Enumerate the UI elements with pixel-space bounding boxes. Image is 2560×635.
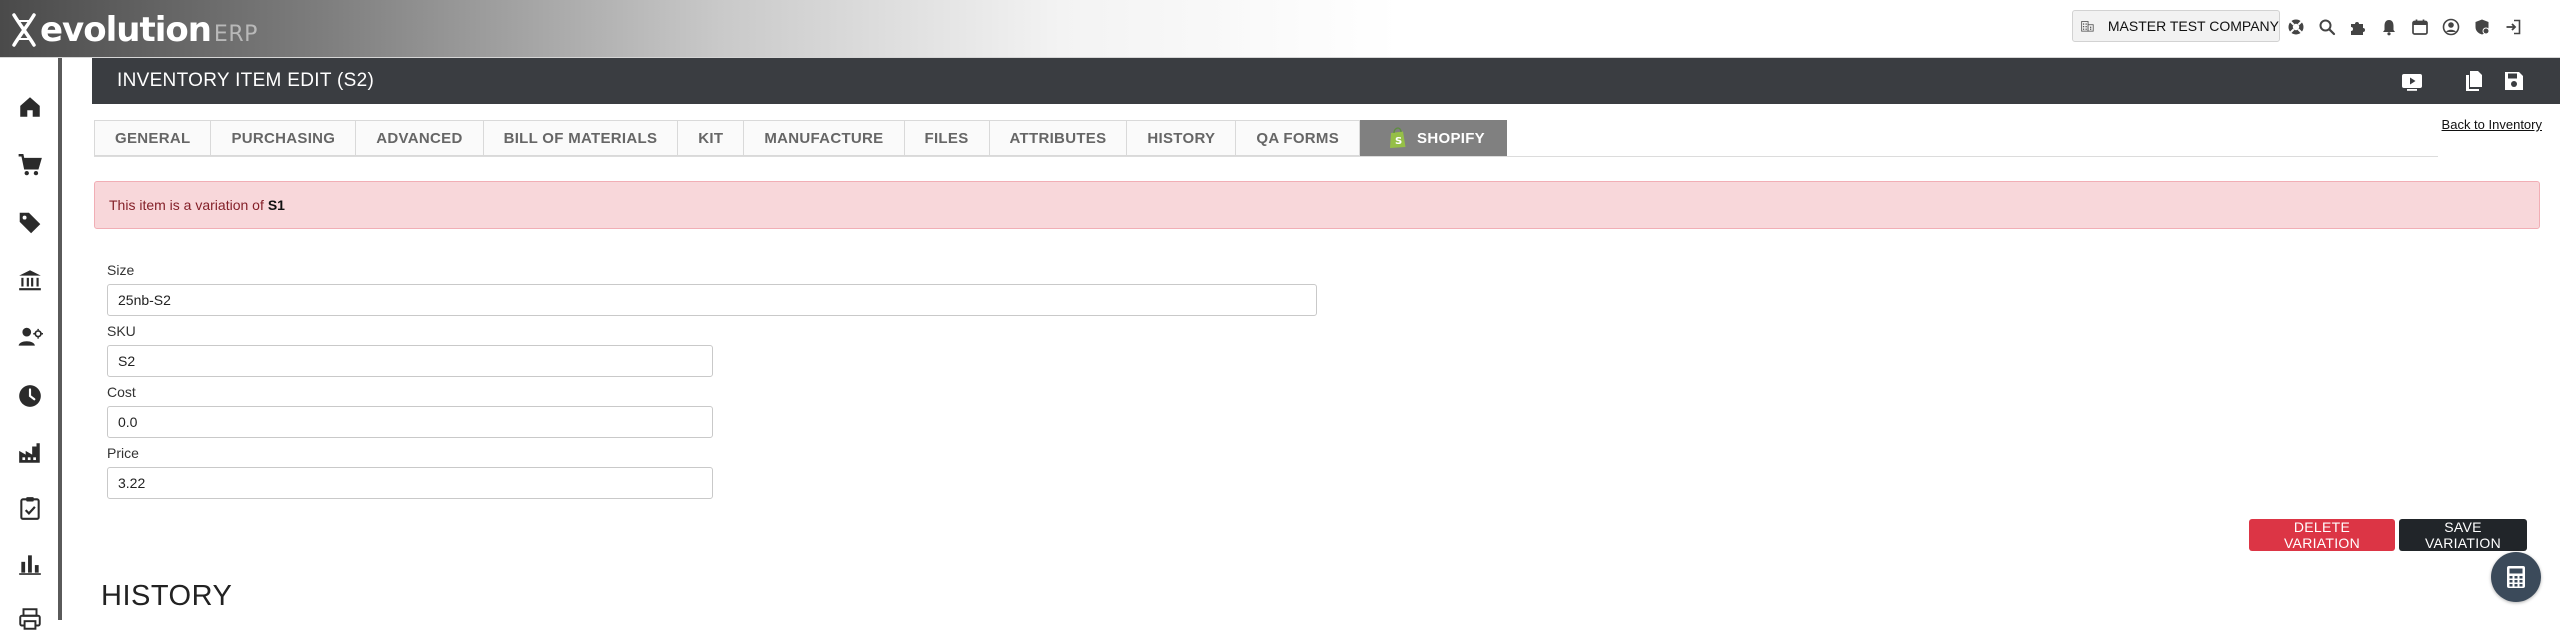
evolution-logo[interactable]: evolution ERP [10,10,258,50]
tab-shopify-label: SHOPIFY [1417,129,1485,147]
shopify-bag-icon: S [1390,127,1406,148]
tab-shopify[interactable]: S SHOPIFY [1360,120,1507,156]
tab-kit[interactable]: KIT [677,120,744,156]
bank-icon[interactable] [14,264,46,296]
logout-icon[interactable] [2503,17,2523,37]
clock-icon[interactable] [14,380,46,412]
calculator-icon [2507,566,2525,588]
home-icon[interactable] [14,91,46,123]
tab-qa-forms[interactable]: QA FORMS [1235,120,1361,156]
company-name: MASTER TEST COMPANY [2107,18,2279,34]
page-header: INVENTORY ITEM EDIT (S2) [92,58,2560,104]
price-input[interactable] [107,467,713,499]
logo-text: evolution [40,10,212,50]
support-icon[interactable] [2286,17,2306,37]
copy-icon[interactable] [2462,69,2486,93]
tab-general[interactable]: GENERAL [94,120,211,156]
printer-icon[interactable] [14,603,46,635]
cart-icon[interactable] [14,149,46,181]
svg-text:S: S [1395,136,1403,147]
checklist-icon[interactable] [14,492,46,524]
tab-manufacture[interactable]: MANUFACTURE [743,120,904,156]
building-icon [2081,21,2094,32]
cost-label: Cost [107,384,136,400]
page-title: INVENTORY ITEM EDIT (S2) [117,70,375,91]
history-heading: HISTORY [101,580,233,612]
price-label: Price [107,445,139,461]
tab-attributes[interactable]: ATTRIBUTES [988,120,1127,156]
security-icon[interactable] [2472,17,2492,37]
tab-history[interactable]: HISTORY [1126,120,1236,156]
alert-text: This item is a variation of [109,197,264,213]
logo-suffix: ERP [213,21,258,47]
company-selector[interactable]: MASTER TEST COMPANY [2072,10,2280,42]
sidebar [0,58,62,630]
delete-variation-button[interactable]: DELETE VARIATION [2249,519,2395,551]
variation-alert: This item is a variation of S1 [94,181,2540,229]
cost-input[interactable] [107,406,713,438]
tab-purchasing[interactable]: PURCHASING [210,120,356,156]
tab-bill-of-materials[interactable]: BILL OF MATERIALS [482,120,678,156]
back-to-inventory-link[interactable]: Back to Inventory [2442,117,2542,132]
save-icon[interactable] [2502,69,2526,93]
bell-icon[interactable] [2379,17,2399,37]
user-manage-icon[interactable] [14,321,46,353]
bar-chart-icon[interactable] [14,548,46,580]
calendar-icon[interactable] [2410,17,2430,37]
dna-logo-icon [12,13,36,47]
tab-bar: GENERAL PURCHASING ADVANCED BILL OF MATE… [94,120,1507,156]
puzzle-icon[interactable] [2348,17,2368,37]
save-variation-button[interactable]: SAVE VARIATION [2399,519,2527,551]
tab-advanced[interactable]: ADVANCED [355,120,483,156]
search-icon[interactable] [2317,17,2337,37]
tag-icon[interactable] [14,207,46,239]
size-input[interactable] [107,284,1317,316]
top-bar: evolution ERP MASTER TEST COMPANY [0,0,2560,58]
user-icon[interactable] [2441,17,2461,37]
top-icon-bar [2286,15,2534,39]
sku-input[interactable] [107,345,713,377]
factory-icon[interactable] [14,437,46,469]
video-icon[interactable] [2400,69,2424,93]
calculator-button[interactable] [2491,552,2541,602]
tab-divider [94,156,2438,157]
sku-label: SKU [107,323,136,339]
alert-parent-item[interactable]: S1 [268,197,285,213]
tab-files[interactable]: FILES [903,120,989,156]
size-label: Size [107,262,135,278]
